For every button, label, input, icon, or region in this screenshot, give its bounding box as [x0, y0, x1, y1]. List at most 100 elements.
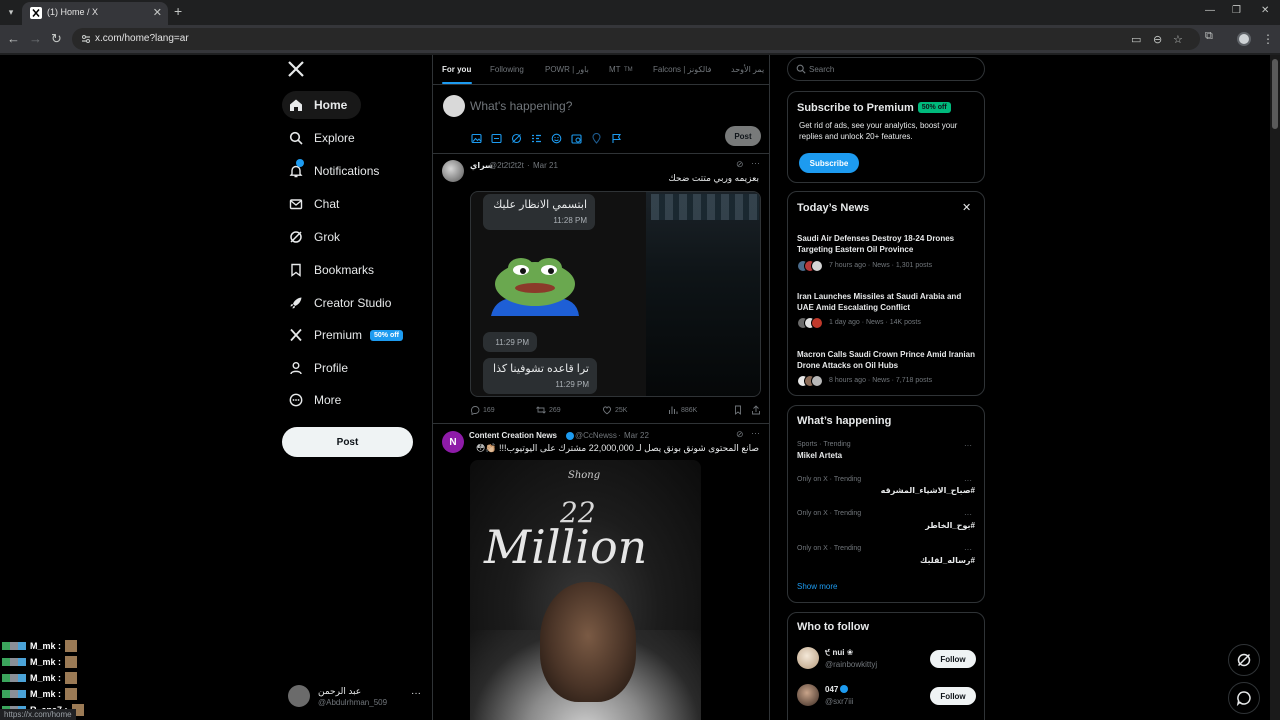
nav-item-profile[interactable]: Profile: [282, 354, 348, 382]
notification-badge: [296, 159, 304, 167]
emoji-icon[interactable]: [551, 131, 562, 144]
nav-label: Creator Studio: [314, 296, 392, 310]
nav-item-bookmarks[interactable]: Bookmarks: [282, 256, 374, 284]
new-tab-icon[interactable]: +: [174, 4, 182, 19]
share-button[interactable]: [751, 405, 761, 415]
chat-bubble: ابتسمي الانظار عليك 11:28 PM: [483, 194, 595, 230]
messages-float-button[interactable]: [1228, 682, 1260, 714]
tab-more[interactable]: يمر الأوحد: [731, 65, 764, 74]
site-settings-icon[interactable]: [80, 33, 92, 45]
gif-icon[interactable]: [491, 131, 502, 144]
tweet-date[interactable]: Mar 22: [624, 431, 649, 440]
address-bar[interactable]: x.com/home?lang=ar ▭ ⊖ ☆: [72, 28, 1200, 50]
image-icon[interactable]: [471, 131, 482, 144]
nav-item-more[interactable]: More: [282, 386, 341, 414]
close-window-icon[interactable]: ✕: [1261, 5, 1269, 16]
tab-for-you[interactable]: For you: [442, 65, 471, 74]
grok-float-button[interactable]: [1228, 644, 1260, 676]
poll-icon[interactable]: [531, 131, 542, 143]
avatar[interactable]: N: [442, 431, 464, 453]
location-icon[interactable]: [591, 131, 602, 144]
more-dots-icon[interactable]: ···: [964, 545, 972, 554]
schedule-icon[interactable]: [571, 131, 582, 144]
zoom-icon[interactable]: ⊖: [1153, 33, 1162, 46]
tweet-media[interactable]: ابتسمي الانظار عليك 11:28 PM 11:29 PM تر…: [470, 191, 761, 397]
reply-icon: [470, 406, 480, 415]
wtf-name[interactable]: ੯ nui ❀: [825, 648, 853, 658]
nav-item-explore[interactable]: Explore: [282, 124, 355, 152]
back-icon[interactable]: ←: [7, 31, 20, 46]
tweet-author-name[interactable]: Content Creation News: [469, 431, 557, 440]
browser-tab[interactable]: (1) Home / X ✕: [22, 2, 168, 25]
forward-icon[interactable]: →: [29, 31, 42, 46]
grok-explain-icon[interactable]: ⊘: [736, 159, 744, 170]
more-dots-icon[interactable]: ···: [751, 428, 760, 438]
tab-search-menu-icon[interactable]: ▾: [4, 5, 18, 19]
reply-button[interactable]: 169: [470, 405, 495, 415]
tab-following[interactable]: Following: [490, 65, 524, 74]
nav-label: Grok: [314, 230, 341, 244]
like-button[interactable]: 25K: [602, 405, 627, 415]
nav-item-premium[interactable]: Premium 50% off: [282, 321, 403, 349]
news-headline[interactable]: Iran Launches Missiles at Saudi Arabia a…: [797, 291, 977, 313]
nav-item-chat[interactable]: Chat: [282, 190, 339, 218]
more-dots-icon[interactable]: ···: [964, 510, 972, 519]
bookmark-button[interactable]: [733, 405, 743, 415]
flag-icon[interactable]: [611, 131, 622, 143]
nav-item-home[interactable]: Home: [282, 91, 362, 119]
scrollbar-thumb[interactable]: [1272, 59, 1278, 129]
minimize-icon[interactable]: —: [1205, 5, 1215, 16]
x-logo-icon[interactable]: [287, 60, 305, 78]
follow-button[interactable]: Follow: [930, 650, 976, 668]
more-dots-icon[interactable]: ···: [751, 158, 760, 168]
grok-compose-icon[interactable]: [511, 131, 522, 144]
tweet-handle[interactable]: @CcNewss: [575, 431, 617, 440]
post-button[interactable]: Post: [282, 427, 413, 457]
repost-button[interactable]: 269: [536, 405, 561, 415]
search-input[interactable]: Search: [787, 57, 985, 81]
compose-post-button[interactable]: Post: [725, 126, 761, 146]
account-switcher[interactable]: عبد الرحمن @Abdulrhman_509 ···: [288, 683, 423, 713]
tweet-media[interactable]: Shong 22 Million: [470, 460, 701, 720]
tweet-handle[interactable]: @2t2t2t2t: [489, 161, 524, 170]
cast-icon[interactable]: ▭: [1131, 33, 1141, 46]
tab-close-icon[interactable]: ✕: [153, 6, 162, 19]
grok-explain-icon[interactable]: ⊘: [736, 429, 744, 440]
trend-name[interactable]: #صباح_الاشياء_المشرقه: [881, 486, 975, 495]
chat-bubble: ترا قاعده تشوفينا كذا 11:29 PM: [483, 358, 597, 394]
follow-button[interactable]: Follow: [930, 687, 976, 705]
trend-name[interactable]: #بوح_الخاطر: [925, 521, 975, 530]
tab-powr[interactable]: POWR | باور: [545, 65, 589, 74]
trend-name[interactable]: Mikel Arteta: [797, 451, 842, 460]
subscribe-button[interactable]: Subscribe: [799, 153, 859, 173]
wtf-name[interactable]: 047: [825, 685, 849, 694]
extensions-icon[interactable]: ⧉: [1205, 30, 1213, 43]
more-dots-icon[interactable]: ···: [964, 476, 972, 485]
page-scrollbar[interactable]: [1270, 55, 1280, 720]
close-icon[interactable]: ✕: [962, 201, 971, 214]
news-headline[interactable]: Macron Calls Saudi Crown Prince Amid Ira…: [797, 349, 977, 371]
views-button[interactable]: 886K: [668, 405, 697, 415]
more-dots-icon[interactable]: ···: [411, 688, 421, 699]
tweet-dot: ·: [618, 431, 621, 440]
compose-input[interactable]: What's happening?: [470, 99, 572, 113]
maximize-icon[interactable]: ❐: [1232, 5, 1241, 16]
show-more-link[interactable]: Show more: [797, 582, 837, 591]
nav-item-grok[interactable]: Grok: [282, 223, 340, 251]
tweet-date[interactable]: Mar 21: [533, 161, 558, 170]
avatar[interactable]: [797, 647, 819, 669]
more-dots-icon[interactable]: ···: [964, 441, 972, 450]
news-headline[interactable]: Saudi Air Defenses Destroy 18-24 Drones …: [797, 233, 977, 255]
nav-item-creator-studio[interactable]: Creator Studio: [282, 289, 391, 317]
reload-icon[interactable]: ↻: [51, 31, 62, 46]
bookmark-star-icon[interactable]: ☆: [1173, 33, 1183, 46]
avatar[interactable]: [797, 684, 819, 706]
premium-discount-badge: 50% off: [370, 329, 403, 341]
tab-mt[interactable]: MT: [609, 65, 621, 74]
profile-avatar-icon[interactable]: [1237, 32, 1251, 46]
trend-name[interactable]: #رساله_لقلبك: [920, 556, 975, 565]
tab-falcons[interactable]: Falcons | فالكونز: [653, 65, 711, 74]
avatar[interactable]: [442, 160, 464, 182]
browser-menu-icon[interactable]: ⋮: [1262, 32, 1274, 46]
rocket-icon: [290, 297, 302, 309]
